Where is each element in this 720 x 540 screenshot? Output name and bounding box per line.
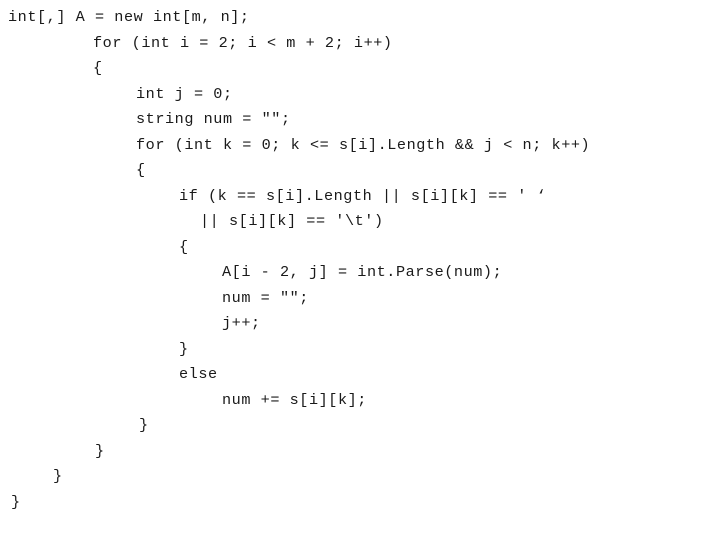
code-line-text: string num = ""; <box>136 110 291 128</box>
code-line: string num = ""; <box>0 107 720 133</box>
code-line: } <box>0 439 720 465</box>
code-line: { <box>0 56 720 82</box>
code-line-text: { <box>93 59 103 77</box>
code-line: A[i - 2, j] = int.Parse(num); <box>0 260 720 286</box>
code-line-text: } <box>95 442 105 460</box>
code-line: } <box>0 490 720 516</box>
code-line: } <box>0 337 720 363</box>
code-line-text: j++; <box>222 314 261 332</box>
code-line-text: A[i - 2, j] = int.Parse(num); <box>222 263 503 281</box>
code-line-text: } <box>53 467 63 485</box>
code-line: || s[i][k] == '\t') <box>0 209 720 235</box>
code-line: } <box>0 413 720 439</box>
code-line-text: else <box>179 365 218 383</box>
code-line-text: { <box>179 238 189 256</box>
code-listing: int[,] A = new int[m, n]; for (int i = 2;… <box>0 0 720 540</box>
code-line: for (int k = 0; k <= s[i].Length && j < … <box>0 133 720 159</box>
code-line-text: for (int i = 2; i < m + 2; i++) <box>93 34 393 52</box>
code-line-text: } <box>11 493 21 511</box>
code-line: if (k == s[i].Length || s[i][k] == ' ‘ <box>0 184 720 210</box>
code-line-text: int j = 0; <box>136 85 233 103</box>
code-line-text: int[,] A = new int[m, n]; <box>8 8 250 26</box>
code-line: j++; <box>0 311 720 337</box>
code-line-text: || s[i][k] == '\t') <box>200 212 384 230</box>
code-line-text: num += s[i][k]; <box>222 391 367 409</box>
code-line: { <box>0 158 720 184</box>
code-line: int[,] A = new int[m, n]; <box>0 5 720 31</box>
code-line-text: num = ""; <box>222 289 309 307</box>
code-line: int j = 0; <box>0 82 720 108</box>
code-line: { <box>0 235 720 261</box>
code-line: for (int i = 2; i < m + 2; i++) <box>0 31 720 57</box>
code-line-text: { <box>136 161 146 179</box>
code-line-text: for (int k = 0; k <= s[i].Length && j < … <box>136 136 591 154</box>
code-line: num = ""; <box>0 286 720 312</box>
code-line-text: } <box>139 416 149 434</box>
code-line-text: } <box>179 340 189 358</box>
code-line: num += s[i][k]; <box>0 388 720 414</box>
code-line: } <box>0 464 720 490</box>
code-line: else <box>0 362 720 388</box>
code-line-text: if (k == s[i].Length || s[i][k] == ' ‘ <box>179 187 547 205</box>
